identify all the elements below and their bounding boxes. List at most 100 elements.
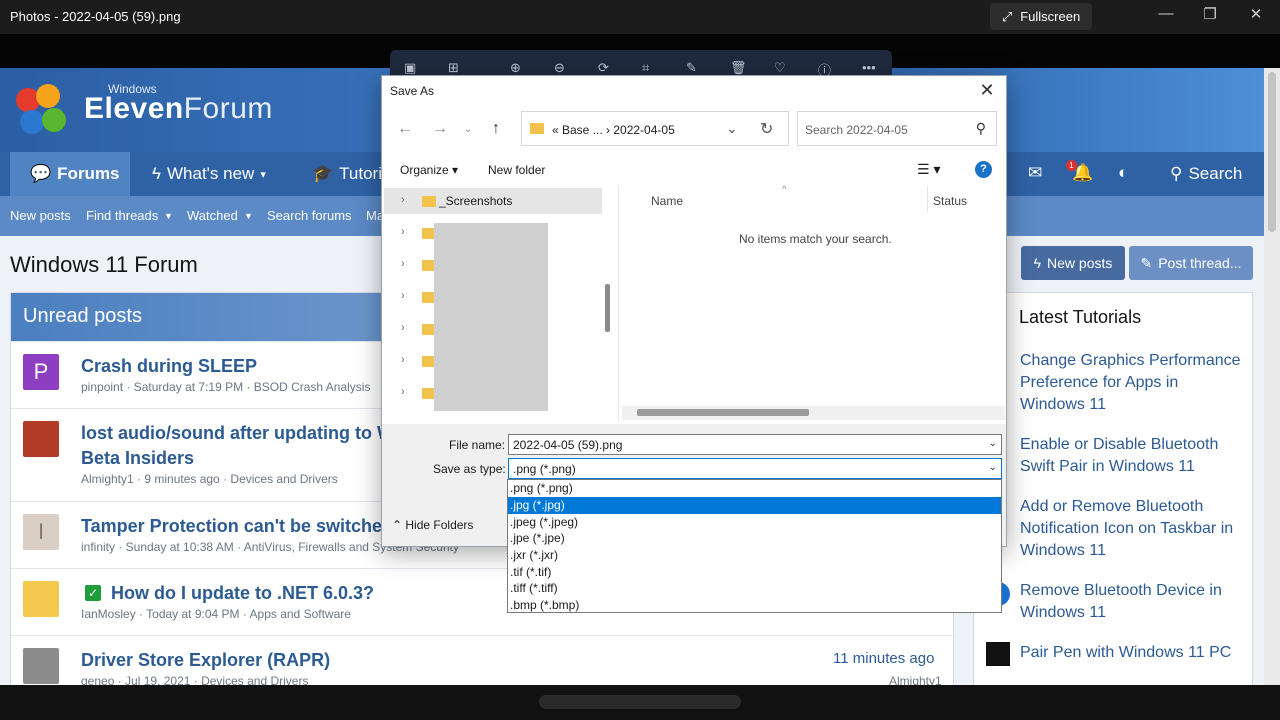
hide-folders-button[interactable]: ⌃ Hide Folders xyxy=(392,518,473,532)
crop-icon[interactable]: ⌗ xyxy=(642,60,649,76)
nav-whats-new[interactable]: ϟ What's new ▾ xyxy=(152,164,266,184)
logo-text: ElevenForum xyxy=(84,92,273,125)
subnav-watched[interactable]: Watched xyxy=(187,208,238,223)
pen-icon xyxy=(986,642,1010,666)
type-option[interactable]: .png (*.png) xyxy=(508,480,1001,497)
type-option[interactable]: .tif (*.tif) xyxy=(508,564,1001,581)
zoom-in-icon[interactable]: ⊕ xyxy=(510,60,521,76)
column-separator[interactable] xyxy=(927,186,928,212)
subnav-search-forums[interactable]: Search forums xyxy=(267,208,352,223)
back-arrow-icon[interactable]: ← xyxy=(397,120,413,138)
thread-last-user[interactable]: Almighty1 xyxy=(889,674,942,685)
thread-title[interactable]: lost audio/sound after updating to W xyxy=(81,423,394,444)
theme-toggle-icon[interactable]: ◐ xyxy=(1118,163,1128,183)
file-name-label: File name: xyxy=(449,438,506,452)
thread-title[interactable]: Tamper Protection can't be switched xyxy=(81,516,393,537)
thread-row[interactable]: Driver Store Explorer (RAPR) geneo · Jul… xyxy=(11,635,955,685)
heart-icon[interactable]: ♡ xyxy=(774,60,786,76)
thread-last-time[interactable]: 11 minutes ago xyxy=(833,650,934,667)
chevron-right-icon[interactable]: › xyxy=(401,322,405,334)
close-icon[interactable]: ✕ xyxy=(968,76,1006,104)
search-box[interactable]: Search 2022-04-05 ⚲ xyxy=(797,111,997,146)
thread-title-line2[interactable]: Beta Insiders xyxy=(81,448,194,469)
type-option-highlighted[interactable]: .jpg (*.jpg) xyxy=(508,497,1001,514)
tree-scrollbar[interactable] xyxy=(605,284,610,332)
breadcrumb[interactable]: « Base ... › 2022-04-05 xyxy=(552,123,675,137)
view-options-icon[interactable]: ☰ ▾ xyxy=(917,161,940,178)
empty-message: No items match your search. xyxy=(739,232,892,246)
latest-tutorials-panel: Latest Tutorials Change Graphics Perform… xyxy=(973,292,1253,685)
thread-title[interactable]: How do I update to .NET 6.0.3? xyxy=(111,583,374,604)
pane-splitter[interactable] xyxy=(618,186,619,422)
close-window-icon[interactable]: ✕ xyxy=(1241,5,1271,23)
avatar: I xyxy=(23,514,59,550)
recent-dropdown-icon[interactable]: ⌄ xyxy=(464,124,472,135)
thread-title[interactable]: Crash during SLEEP xyxy=(81,356,257,377)
save-type-select[interactable]: .png (*.png) ⌄ xyxy=(508,458,1002,479)
search-input[interactable]: Search 2022-04-05 xyxy=(805,123,908,137)
new-posts-button[interactable]: ϟ New posts xyxy=(1021,246,1125,280)
bolt-icon: ϟ xyxy=(152,164,161,183)
tutorial-link[interactable]: Pair Pen with Windows 11 PC xyxy=(1020,642,1245,664)
chevron-right-icon[interactable]: › xyxy=(401,194,405,206)
subnav-new-posts[interactable]: New posts xyxy=(10,208,71,223)
hscroll-thumb[interactable] xyxy=(637,409,809,416)
restore-icon[interactable]: ❐ xyxy=(1195,5,1225,23)
tutorial-link[interactable]: Change Graphics Performance Preference f… xyxy=(1020,350,1245,416)
tree-item-screenshots[interactable]: › _Screenshots xyxy=(384,188,602,214)
fullscreen-button[interactable]: ⤢ Fullscreen xyxy=(990,3,1092,30)
scrollbar-thumb[interactable] xyxy=(1268,72,1276,232)
tutorial-link[interactable]: Remove Bluetooth Device in Windows 11 xyxy=(1020,580,1245,624)
filmstrip-handle[interactable] xyxy=(539,695,741,709)
chevron-right-icon[interactable]: › xyxy=(401,226,405,238)
post-thread-button[interactable]: ✎ Post thread... xyxy=(1129,246,1253,280)
image-icon[interactable]: ▣ xyxy=(404,60,416,76)
save-type-dropdown: .png (*.png) .jpg (*.jpg) .jpeg (*.jpeg)… xyxy=(507,479,1002,613)
chevron-right-icon[interactable]: › xyxy=(401,386,405,398)
chevron-down-icon[interactable]: ⌄ xyxy=(989,462,997,473)
up-arrow-icon[interactable]: ↑ xyxy=(492,120,500,138)
delete-icon[interactable]: 🗑 xyxy=(730,60,747,76)
nav-tutorials[interactable]: 🎓 Tutori xyxy=(312,164,382,184)
page-title: Windows 11 Forum xyxy=(10,252,198,277)
more-icon[interactable]: ••• xyxy=(862,60,876,75)
file-name-field[interactable]: 2022-04-05 (59).png ⌄ xyxy=(508,434,1002,455)
collection-icon[interactable]: ⊞ xyxy=(448,60,459,76)
page-scrollbar[interactable] xyxy=(1264,68,1280,685)
column-name[interactable]: Name xyxy=(651,194,683,208)
column-status[interactable]: Status xyxy=(933,194,967,208)
help-icon[interactable]: ? xyxy=(975,161,992,178)
nav-forums[interactable]: 💬 Forums xyxy=(30,164,120,184)
chevron-down-icon[interactable]: ⌄ xyxy=(989,438,997,449)
tutorial-link[interactable]: Enable or Disable Bluetooth Swift Pair i… xyxy=(1020,434,1245,478)
type-option[interactable]: .bmp (*.bmp) xyxy=(508,597,1001,614)
type-option[interactable]: .jpeg (*.jpeg) xyxy=(508,514,1001,531)
refresh-icon[interactable]: ↻ xyxy=(760,119,773,139)
search-icon[interactable]: ⚲ xyxy=(976,120,986,137)
organize-button[interactable]: Organize ▾ xyxy=(400,163,458,177)
rotate-icon[interactable]: ⟳ xyxy=(598,60,609,76)
bolt-icon: ϟ xyxy=(1033,255,1042,271)
chevron-right-icon[interactable]: › xyxy=(401,290,405,302)
edit-icon[interactable]: ✎ xyxy=(686,60,697,76)
latest-heading: Latest Tutorials xyxy=(1019,307,1142,327)
chevron-down-icon[interactable]: ⌄ xyxy=(726,120,738,137)
subnav-find-threads[interactable]: Find threads xyxy=(86,208,158,223)
mail-icon[interactable]: ✉ xyxy=(1028,163,1042,183)
chevron-right-icon[interactable]: › xyxy=(401,354,405,366)
tutorial-link[interactable]: Add or Remove Bluetooth Notification Ico… xyxy=(1020,496,1245,562)
avatar xyxy=(23,421,59,457)
thread-title[interactable]: Driver Store Explorer (RAPR) xyxy=(81,650,330,671)
forward-arrow-icon[interactable]: → xyxy=(432,120,448,138)
type-option[interactable]: .jpe (*.jpe) xyxy=(508,530,1001,547)
minimize-icon[interactable]: — xyxy=(1151,5,1181,22)
chevron-right-icon[interactable]: › xyxy=(401,258,405,270)
type-option[interactable]: .jxr (*.jxr) xyxy=(508,547,1001,564)
nav-search[interactable]: ⚲ Search xyxy=(1170,164,1242,184)
new-folder-button[interactable]: New folder xyxy=(488,163,545,177)
zoom-out-icon[interactable]: ⊖ xyxy=(554,60,565,76)
folder-icon xyxy=(422,196,436,207)
address-bar[interactable]: « Base ... › 2022-04-05 ⌄ ↻ xyxy=(521,111,789,146)
save-type-label: Save as type: xyxy=(433,462,506,476)
type-option[interactable]: .tiff (*.tiff) xyxy=(508,580,1001,597)
